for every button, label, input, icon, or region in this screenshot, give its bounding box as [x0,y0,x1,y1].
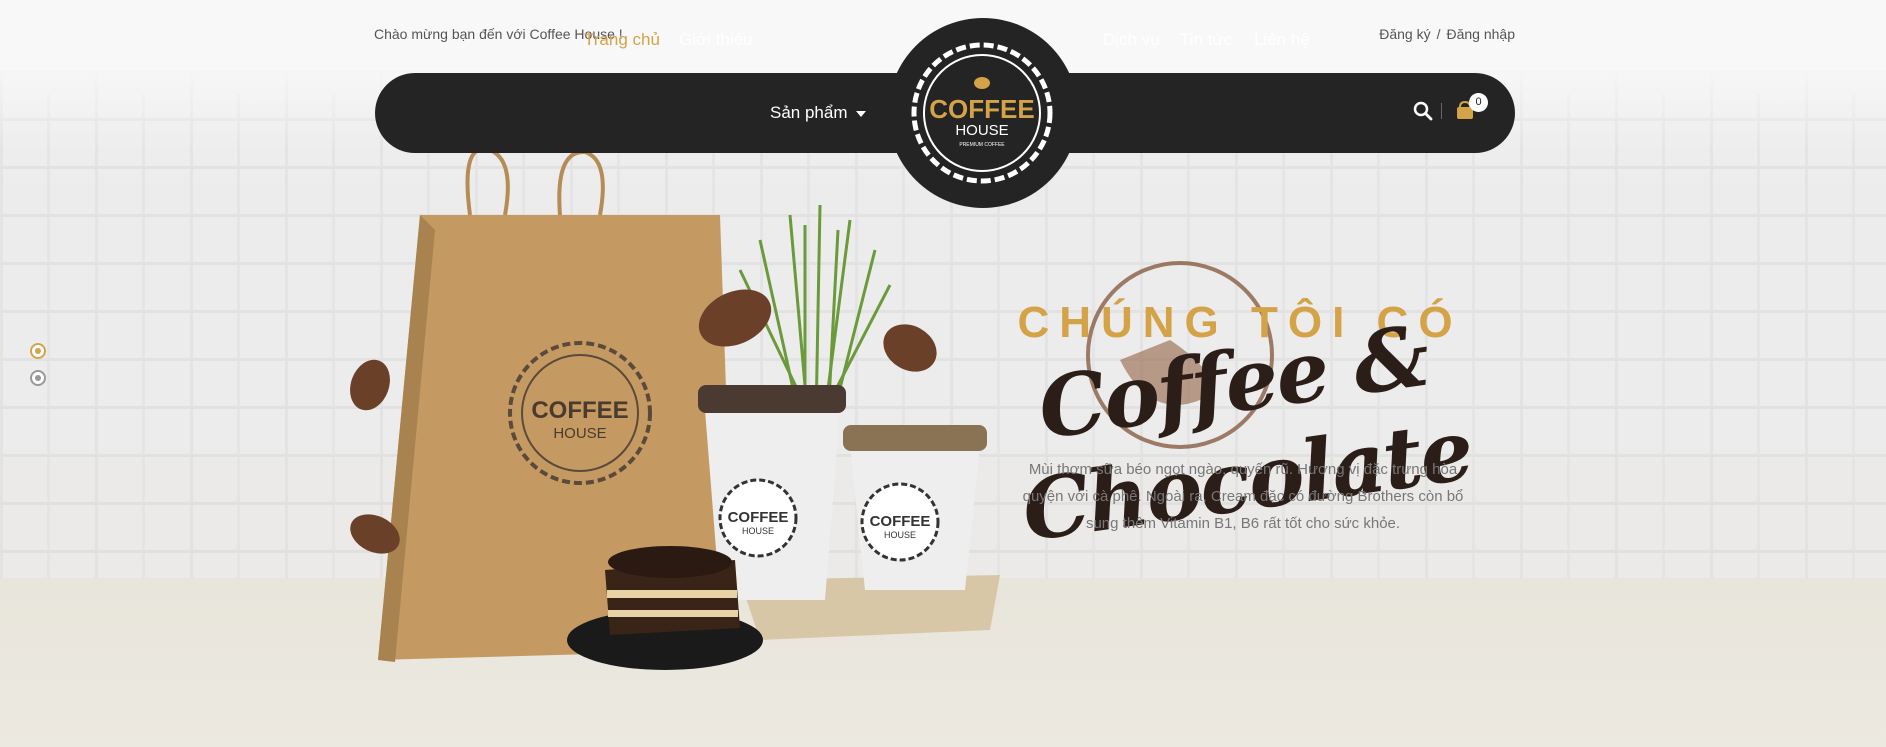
svg-text:HOUSE: HOUSE [742,526,774,536]
svg-text:COFFEE: COFFEE [531,397,628,424]
slider-dot-2[interactable] [30,370,46,386]
auth-separator: / [1436,26,1441,42]
nav-services[interactable]: Dịch vụ [1103,30,1160,50]
logo-tagline: PREMIUM COFFEE [959,142,1005,148]
nav-products[interactable]: Sản phẩm [770,103,866,123]
nav-home[interactable]: Trang chủ [584,30,660,50]
logo-line1: COFFEE [929,94,1034,124]
hero-description: Mùi thơm sữa béo ngọt ngào, quyến rũ. Hư… [1022,461,1464,532]
icon-divider [1441,103,1442,119]
coffee-bean-icon [974,77,990,89]
svg-text:COFFEE: COFFEE [870,513,931,530]
site-logo[interactable]: COFFEE HOUSE PREMIUM COFFEE [907,38,1057,188]
logo-line2: HOUSE [955,122,1008,139]
nav-news[interactable]: Tin tức [1180,30,1232,50]
nav-products-label: Sản phẩm [770,103,848,122]
auth-links: Đăng ký / Đăng nhập [1379,26,1515,42]
svg-text:HOUSE: HOUSE [884,530,916,540]
svg-text:HOUSE: HOUSE [553,425,606,442]
coffee-cup-small: COFFEE HOUSE [843,425,987,590]
register-link[interactable]: Đăng ký [1379,26,1430,42]
search-icon[interactable] [1413,101,1433,121]
login-link[interactable]: Đăng nhập [1446,26,1515,42]
nav-about[interactable]: Giới thiệu [679,30,753,50]
caret-down-icon [855,110,866,117]
svg-text:COFFEE: COFFEE [728,509,789,526]
cart-count-badge: 0 [1469,93,1488,112]
nav-contact[interactable]: Liên hệ [1254,30,1310,50]
slider-dot-1[interactable] [30,343,46,359]
